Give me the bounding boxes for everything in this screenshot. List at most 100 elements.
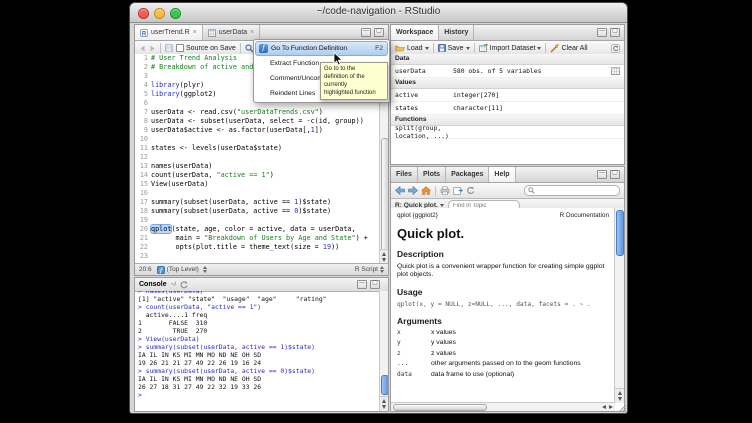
- argument-description: y values: [431, 339, 456, 347]
- chevron-down-icon: [440, 204, 444, 207]
- tab-files[interactable]: Files: [391, 167, 418, 182]
- home-icon[interactable]: [421, 186, 431, 195]
- line-number: 9: [135, 126, 151, 135]
- help-title: Quick plot.: [397, 226, 609, 241]
- argument-name: data: [397, 371, 431, 379]
- help-document[interactable]: qplot {ggplot2} R Documentation Quick pl…: [391, 208, 615, 403]
- minimize-pane-icon[interactable]: —: [597, 170, 607, 179]
- view-data-grid-icon[interactable]: [611, 67, 620, 75]
- close-tab-icon[interactable]: ×: [193, 29, 197, 36]
- description-heading: Description: [397, 249, 609, 259]
- save-icon[interactable]: [165, 44, 173, 52]
- line-number: 3: [135, 72, 151, 81]
- maximize-pane-icon[interactable]: ▢: [610, 170, 620, 179]
- console-output-line: [1] "active" "state" "usage" "age" "rati…: [138, 295, 380, 303]
- minimize-pane-icon[interactable]: —: [357, 280, 367, 289]
- source-on-save-label: Source on Save: [186, 45, 236, 52]
- code-line: 14count(userData, "active == 1"): [135, 171, 380, 180]
- cursor-position: 20:6: [139, 266, 152, 273]
- menu-item-go-to-function-definition[interactable]: fGo To Function DefinitionF2: [255, 41, 388, 56]
- r-file-icon: R: [140, 29, 148, 37]
- console-output-line: IA IL IN KS MI MN MO ND NE OH SD: [138, 375, 380, 383]
- minimize-pane-icon[interactable]: —: [597, 28, 607, 37]
- scrollbar-thumb[interactable]: [393, 404, 487, 411]
- back-icon[interactable]: [139, 45, 146, 52]
- save-workspace-button[interactable]: Save: [438, 44, 470, 52]
- menu-item-label: Go To Function Definition: [271, 45, 347, 52]
- workspace-object-row[interactable]: activeinteger[270]: [391, 89, 624, 102]
- tab-usertrend[interactable]: R userTrend.R ×: [135, 25, 203, 40]
- object-value: integer[270]: [453, 91, 624, 99]
- console-output[interactable]: > names(userData)[1] "active" "state" "u…: [135, 291, 380, 411]
- code-line: 17summary(subset(userData, active == 1)$…: [135, 198, 380, 207]
- workspace-object-row[interactable]: statescharacter[11]: [391, 102, 624, 115]
- tab-plots[interactable]: Plots: [418, 167, 446, 182]
- grid-icon: [208, 29, 216, 37]
- refresh-icon[interactable]: [611, 44, 620, 53]
- workspace-object-row[interactable]: userData580 obs. of 5 variables: [391, 65, 624, 78]
- scrollbar-arrows[interactable]: [615, 388, 624, 403]
- line-number: 8: [135, 117, 151, 126]
- import-dataset-label: Import Dataset: [490, 45, 536, 52]
- tab-label: Files: [396, 171, 412, 178]
- refresh-icon[interactable]: [466, 186, 475, 195]
- minimize-pane-icon[interactable]: —: [361, 28, 371, 37]
- tab-workspace[interactable]: Workspace: [391, 25, 439, 40]
- tab-history[interactable]: History: [439, 25, 474, 40]
- tooltip-line: definition of the: [324, 73, 384, 81]
- help-search-box[interactable]: [524, 185, 620, 196]
- code-line: 19: [135, 216, 380, 225]
- print-icon[interactable]: [440, 186, 450, 195]
- tooltip-line: highlighted function: [324, 89, 384, 97]
- scrollbar-arrows[interactable]: [602, 405, 615, 409]
- console-scrollbar[interactable]: [379, 291, 388, 411]
- floppy-disk-icon: [438, 44, 446, 52]
- console-output-line: 1 FALSE 310: [138, 319, 380, 327]
- forward-icon[interactable]: [408, 186, 418, 195]
- tab-label: Plots: [423, 171, 440, 178]
- scrollbar-thumb[interactable]: [381, 375, 389, 395]
- object-name: userData: [391, 67, 453, 75]
- refresh-icon[interactable]: [180, 281, 188, 289]
- close-tab-icon[interactable]: ×: [250, 29, 254, 36]
- import-dataset-button[interactable]: Import Dataset: [479, 44, 542, 52]
- checkbox-box[interactable]: [176, 44, 184, 52]
- import-table-icon: [479, 44, 488, 52]
- resize-grip[interactable]: [617, 403, 626, 412]
- workspace-object-list[interactable]: DatauserData580 obs. of 5 variablesValue…: [391, 54, 624, 164]
- help-horizontal-scrollbar[interactable]: [391, 402, 615, 411]
- tab-userdata[interactable]: userData ×: [203, 25, 261, 40]
- scope-selector[interactable]: f (Top Level): [157, 266, 207, 274]
- back-icon[interactable]: [395, 186, 405, 195]
- code-line: 15View(userData): [135, 180, 380, 189]
- file-type-selector[interactable]: R Script: [355, 266, 384, 273]
- maximize-pane-icon[interactable]: ▢: [370, 280, 380, 289]
- maximize-pane-icon[interactable]: ▢: [610, 28, 620, 37]
- scrollbar-arrows[interactable]: [380, 396, 388, 411]
- load-button[interactable]: Load: [395, 44, 429, 52]
- help-scrollbar[interactable]: [614, 208, 624, 403]
- title-bar[interactable]: ~/code-navigation - RStudio: [130, 3, 627, 23]
- argument-row: ...other arguments passed on to the geom…: [397, 360, 609, 368]
- line-number: 21: [135, 234, 151, 243]
- tab-help[interactable]: Help: [489, 167, 515, 182]
- code-line: 7userData <- read.csv("userDataTrends.cs…: [135, 108, 380, 117]
- code-line: 13names(userData): [135, 162, 380, 171]
- description-text: Quick plot is a convenient wrapper funct…: [397, 263, 609, 279]
- forward-icon[interactable]: [149, 45, 156, 52]
- source-on-save-checkbox[interactable]: Source on Save: [176, 44, 236, 52]
- clear-all-label: Clear All: [561, 45, 587, 52]
- workspace-object-row[interactable]: split(group, location, ...): [391, 126, 624, 139]
- maximize-pane-icon[interactable]: ▢: [374, 28, 384, 37]
- clear-all-button[interactable]: Clear All: [550, 44, 587, 53]
- argument-description: other arguments passed on to the geom fu…: [431, 360, 581, 368]
- line-number: 14: [135, 171, 151, 180]
- open-in-new-window-icon[interactable]: [453, 186, 463, 195]
- line-number: 11: [135, 144, 151, 153]
- console-output-line: 26 27 18 31 27 49 22 32 19 33 26: [138, 383, 380, 391]
- scrollbar-thumb[interactable]: [616, 210, 624, 256]
- scrollbar-arrows[interactable]: [380, 249, 388, 264]
- tab-packages[interactable]: Packages: [446, 167, 489, 182]
- usage-code: qplot(x, y = NULL, z=NULL, ..., data, fa…: [397, 301, 609, 308]
- code-line: 12: [135, 153, 380, 162]
